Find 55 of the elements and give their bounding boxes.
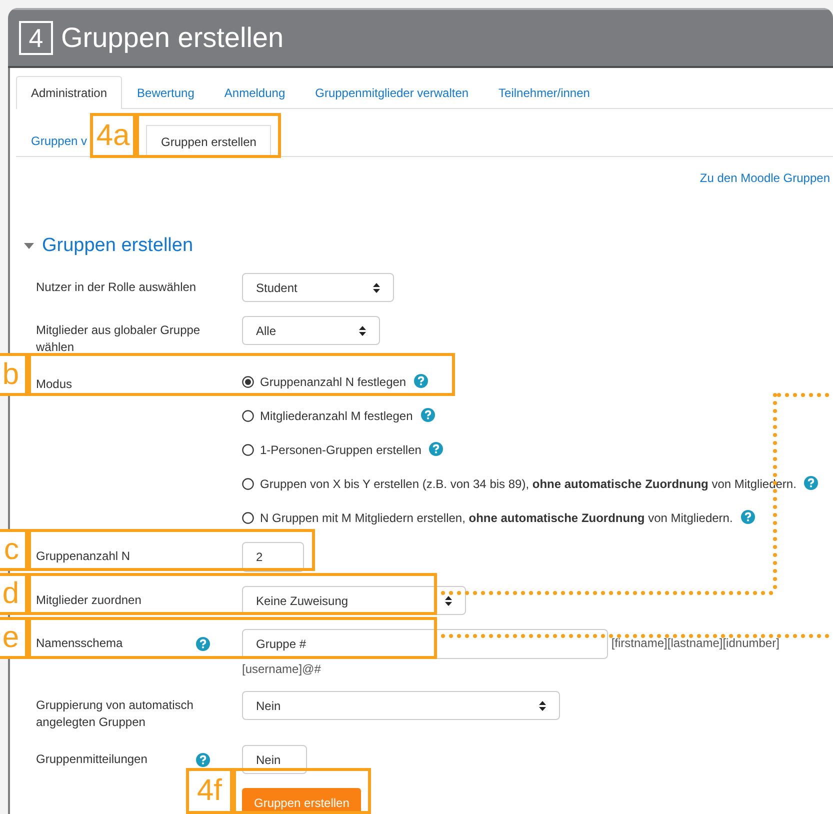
radio-button[interactable]	[242, 478, 254, 490]
callout-label: e	[0, 617, 28, 659]
help-icon[interactable]	[196, 637, 210, 651]
dropdown-arrows-icon	[373, 282, 380, 292]
section-heading: Gruppen erstellen	[42, 235, 194, 257]
radio-button[interactable]	[242, 410, 254, 422]
subtab[interactable]: Gruppen v	[16, 124, 88, 156]
field-label: Modus	[36, 376, 72, 393]
radio-label: Mitgliederanzahl M festlegen	[260, 408, 413, 424]
step-number: 4	[19, 21, 53, 55]
hint-text: [username]@#	[242, 661, 322, 677]
dropdown-arrows-icon	[539, 700, 546, 710]
select-field[interactable]: Alle	[242, 316, 380, 345]
callout-label: b	[0, 353, 28, 396]
select-field[interactable]: Nein	[242, 691, 560, 720]
field-label: Gruppierung von automatisch angelegten Gruppen	[36, 697, 194, 731]
hint-text: [firstname][lastname][idnumber]	[611, 636, 780, 650]
radio-label: Gruppenanzahl N festlegen	[260, 374, 406, 390]
select-field[interactable]: Nein	[242, 745, 307, 774]
radio-label: 1-Personen-Gruppen erstellen	[260, 442, 422, 458]
dropdown-arrows-icon	[359, 326, 366, 336]
field-label: Nutzer in der Rolle auswählen	[36, 279, 196, 296]
help-icon[interactable]	[740, 510, 755, 524]
radio-button[interactable]	[242, 444, 254, 456]
tab[interactable]: Bewertung	[122, 76, 210, 108]
dropdown-arrows-icon	[445, 596, 452, 606]
field-label: Gruppenmitteilungen	[36, 751, 148, 768]
field-label: Namensschema	[36, 635, 123, 652]
select-field[interactable]: Student	[242, 273, 394, 302]
callout-label: c	[0, 529, 28, 571]
field-label: Mitglieder aus globaler Gruppe wählen	[36, 322, 202, 356]
help-icon[interactable]	[429, 442, 444, 456]
input-field[interactable]: Gruppe #	[242, 629, 608, 659]
help-icon[interactable]	[804, 476, 818, 490]
help-icon[interactable]	[414, 374, 428, 388]
radio-label: N Gruppen mit M Mitgliedern erstellen, ohne automatische Zuordnung von Mitgliedern.	[260, 510, 733, 526]
tab[interactable]: Gruppenmitglieder verwalten	[300, 76, 484, 108]
collapse-triangle-icon[interactable]	[24, 243, 34, 249]
window-title: Gruppen erstellen	[61, 22, 284, 54]
callout-label: d	[0, 573, 28, 615]
callout-label: 4a	[90, 113, 136, 158]
help-icon[interactable]	[196, 753, 210, 767]
tab[interactable]: Administration	[16, 76, 122, 109]
help-icon[interactable]	[420, 408, 435, 422]
field-label: Gruppenanzahl N	[36, 548, 130, 565]
field-label: Mitglieder zuordnen	[36, 592, 142, 609]
moodle-groups-link[interactable]: Zu den Moodle Gruppen	[700, 171, 830, 185]
radio-label: Gruppen von X bis Y erstellen (z.B. von 34 bis 89), ohne automatische Zuordnung von Mitgliedern.	[260, 476, 796, 492]
tab[interactable]: Teilnehmer/innen	[484, 76, 605, 108]
radio-button[interactable]	[242, 376, 254, 388]
subtab[interactable]: Gruppen erstellen	[146, 125, 272, 157]
radio-button[interactable]	[242, 512, 254, 524]
callout-label: 4f	[186, 768, 233, 814]
input-field[interactable]: 2	[242, 542, 304, 572]
tab[interactable]: Anmeldung	[209, 76, 300, 108]
